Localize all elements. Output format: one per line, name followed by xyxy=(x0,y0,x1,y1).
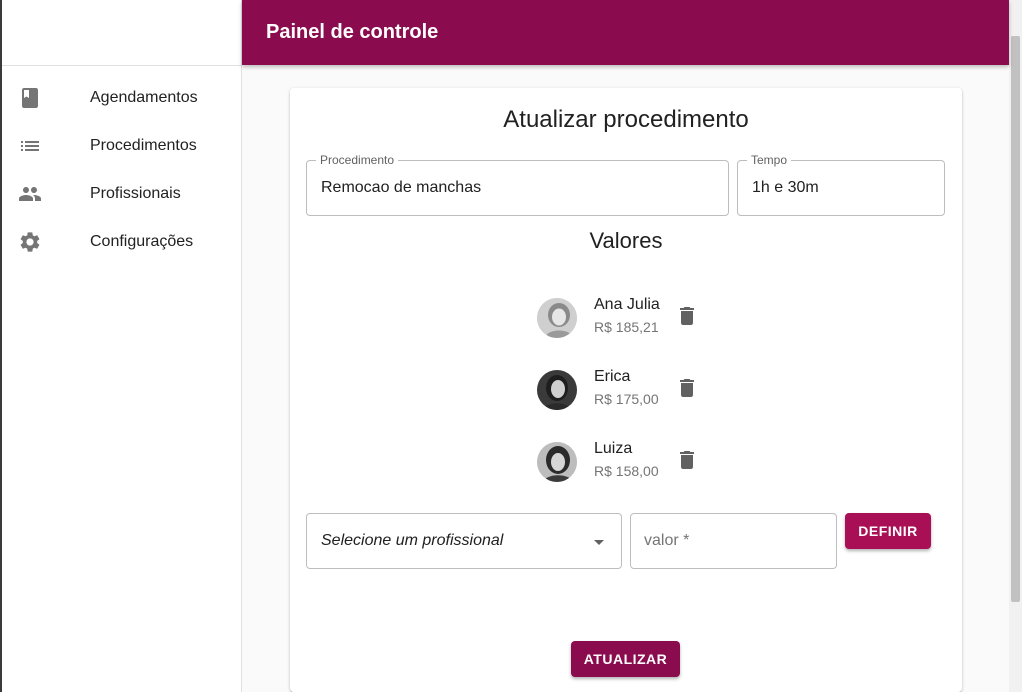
procedimento-value: Remocao de manchas xyxy=(321,179,482,196)
vertical-scrollbar[interactable] xyxy=(1009,0,1022,692)
sidebar-header xyxy=(2,0,241,66)
sidebar-item-configuracoes[interactable]: Configurações xyxy=(2,218,241,266)
professional-select[interactable]: Selecione um profissional xyxy=(306,513,622,569)
delete-icon[interactable] xyxy=(675,448,699,472)
valores-title: Valores xyxy=(589,228,663,253)
professional-value: R$ 185,21 xyxy=(594,319,659,335)
atualizar-button[interactable]: ATUALIZAR xyxy=(571,641,680,677)
scrollbar-thumb[interactable] xyxy=(1011,36,1020,602)
sidebar: Agendamentos Procedimentos Profissionais… xyxy=(2,0,242,692)
page-title: Painel de controle xyxy=(266,21,439,43)
delete-icon[interactable] xyxy=(675,376,699,400)
procedimento-field[interactable]: Procedimento Remocao de manchas xyxy=(306,153,729,216)
professional-name: Luiza xyxy=(594,440,633,457)
sidebar-item-procedimentos[interactable]: Procedimentos xyxy=(2,122,241,170)
valor-input[interactable] xyxy=(630,513,837,569)
book-icon xyxy=(18,86,42,110)
tempo-value: 1h e 30m xyxy=(752,179,819,196)
sidebar-item-profissionais[interactable]: Profissionais xyxy=(2,170,241,218)
professional-row: Luiza R$ 158,00 xyxy=(537,438,707,486)
sidebar-item-agendamentos[interactable]: Agendamentos xyxy=(2,74,241,122)
avatar xyxy=(537,298,577,338)
professional-name: Ana Julia xyxy=(594,296,660,313)
delete-icon[interactable] xyxy=(675,304,699,328)
tempo-field[interactable]: Tempo 1h e 30m xyxy=(737,153,945,216)
sidebar-item-label: Procedimentos xyxy=(90,137,197,154)
professional-value: R$ 175,00 xyxy=(594,391,659,407)
select-placeholder: Selecione um profissional xyxy=(321,532,504,549)
gear-icon xyxy=(18,230,42,254)
definir-button[interactable]: DEFINIR xyxy=(845,513,931,549)
sidebar-item-label: Configurações xyxy=(90,233,194,250)
professional-name: Erica xyxy=(594,368,631,385)
app-bar: Painel de controle xyxy=(242,0,1009,65)
procedimento-label: Procedimento xyxy=(316,153,399,167)
form-title: Atualizar procedimento xyxy=(503,106,749,133)
list-icon xyxy=(18,134,42,158)
professional-value: R$ 158,00 xyxy=(594,463,659,479)
sidebar-item-label: Agendamentos xyxy=(90,89,198,106)
update-procedure-card: Atualizar procedimento Procedimento Remo… xyxy=(290,88,962,692)
sidebar-item-label: Profissionais xyxy=(90,185,181,202)
professional-row: Ana Julia R$ 185,21 xyxy=(537,294,707,342)
tempo-label: Tempo xyxy=(747,153,792,167)
avatar xyxy=(537,370,577,410)
avatar xyxy=(537,442,577,482)
professional-row: Erica R$ 175,00 xyxy=(537,366,707,414)
people-icon xyxy=(18,182,42,206)
chevron-down-icon xyxy=(587,530,611,554)
